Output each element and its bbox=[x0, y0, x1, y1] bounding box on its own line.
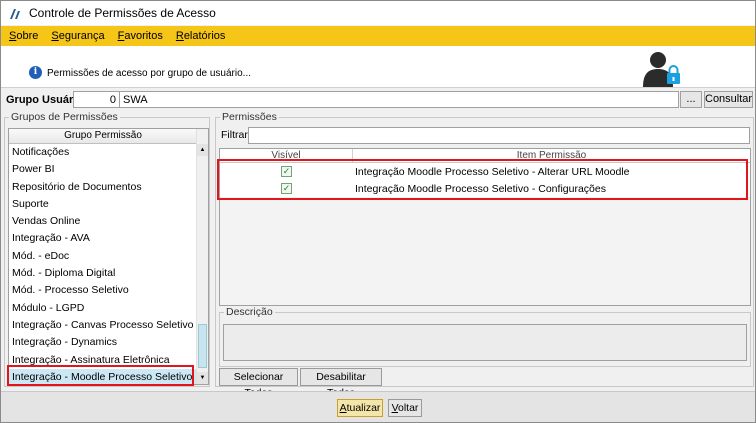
list-item[interactable]: Vendas Online bbox=[9, 213, 197, 230]
list-item[interactable]: Repositório de Documentos bbox=[9, 179, 197, 196]
scroll-down-icon[interactable]: ▼ bbox=[197, 372, 208, 384]
visible-checkbox[interactable]: ✓ bbox=[281, 183, 292, 194]
group-user-code-input[interactable]: 0 bbox=[73, 91, 120, 108]
visible-cell: ✓ bbox=[220, 163, 353, 180]
permissions-legend: Permissões bbox=[220, 111, 279, 123]
permission-item-cell: Integração Moodle Processo Seletivo - Co… bbox=[355, 182, 606, 195]
grid-header: Visível Item Permissão bbox=[220, 149, 750, 163]
permissions-grid: Visível Item Permissão ✓ Integração Mood… bbox=[219, 148, 751, 306]
visible-column-header[interactable]: Visível bbox=[220, 149, 353, 162]
list-item[interactable]: Suporte bbox=[9, 196, 197, 213]
list-item[interactable]: Mód. - eDoc bbox=[9, 248, 197, 265]
item-column-header[interactable]: Item Permissão bbox=[353, 149, 750, 162]
description-box bbox=[223, 324, 747, 361]
footer-bar: Atualizar Voltar bbox=[1, 391, 755, 422]
groups-legend: Grupos de Permissões bbox=[9, 111, 120, 123]
list-item[interactable]: Power BI bbox=[9, 161, 197, 178]
list-item[interactable]: Mód. - Processo Seletivo bbox=[9, 282, 197, 299]
permission-item-cell: Integração Moodle Processo Seletivo - Al… bbox=[355, 165, 630, 178]
list-item[interactable]: Módulo - LGPD bbox=[9, 300, 197, 317]
disable-all-button[interactable]: Desabilitar Todos bbox=[300, 368, 382, 399]
permissions-fieldset: Permissões Filtrar: Visível Item Permiss… bbox=[215, 111, 754, 399]
info-banner: i Permissões de acesso por grupo de usuá… bbox=[1, 46, 755, 88]
description-legend: Descrição bbox=[224, 306, 275, 318]
scroll-up-icon[interactable]: ▲ bbox=[197, 144, 208, 156]
groups-scrollbar[interactable]: ▲ ▼ bbox=[196, 129, 208, 384]
table-row[interactable]: ✓ Integração Moodle Processo Seletivo - … bbox=[220, 163, 750, 180]
browse-button[interactable]: ... bbox=[680, 91, 702, 108]
update-button[interactable]: Atualizar bbox=[337, 399, 383, 417]
app-logo-icon bbox=[9, 6, 23, 20]
select-all-button[interactable]: Selecionar Todos bbox=[219, 368, 298, 399]
list-item[interactable]: Mód. - Diploma Digital bbox=[9, 265, 197, 282]
groups-list-items: Notificações Power BI Repositório de Doc… bbox=[9, 144, 197, 384]
permissions-window: Controle de Permissões de Acesso Sobre S… bbox=[0, 0, 756, 423]
description-fieldset: Descrição bbox=[219, 306, 751, 367]
table-row[interactable]: ✓ Integração Moodle Processo Seletivo - … bbox=[220, 180, 750, 197]
list-item[interactable]: Integração - Canvas Processo Seletivo bbox=[9, 317, 197, 334]
visible-cell: ✓ bbox=[220, 180, 353, 197]
scroll-thumb[interactable] bbox=[198, 324, 207, 368]
groups-list: Grupo Permissão Notificações Power BI Re… bbox=[8, 128, 209, 385]
menu-sobre[interactable]: Sobre bbox=[9, 30, 38, 42]
window-title: Controle de Permissões de Acesso bbox=[29, 6, 216, 20]
list-item-selected[interactable]: Integração - Moodle Processo Seletivo bbox=[9, 368, 197, 384]
menu-relatorios[interactable]: Relatórios bbox=[176, 30, 226, 42]
menu-bar: Sobre Segurança Favoritos Relatórios bbox=[1, 26, 755, 46]
info-text: Permissões de acesso por grupo de usuári… bbox=[47, 68, 251, 79]
group-user-row: Grupo Usuário: 0 SWA ... Consultar bbox=[1, 91, 755, 109]
back-button[interactable]: Voltar bbox=[388, 399, 422, 417]
group-user-name-input[interactable]: SWA bbox=[119, 91, 679, 108]
consult-button[interactable]: Consultar bbox=[704, 91, 753, 108]
list-item[interactable]: Integração - Dynamics bbox=[9, 334, 197, 351]
menu-favoritos[interactable]: Favoritos bbox=[118, 30, 163, 42]
list-item[interactable]: Integração - AVA bbox=[9, 230, 197, 247]
filter-label: Filtrar: bbox=[221, 129, 251, 141]
user-lock-icon bbox=[641, 49, 685, 87]
list-item[interactable]: Integração - Assinatura Eletrônica bbox=[9, 352, 197, 369]
groups-fieldset: Grupos de Permissões Grupo Permissão Not… bbox=[4, 111, 210, 387]
menu-seguranca[interactable]: Segurança bbox=[51, 30, 104, 42]
info-icon: i bbox=[29, 66, 42, 79]
visible-checkbox[interactable]: ✓ bbox=[281, 166, 292, 177]
filter-input[interactable] bbox=[248, 127, 750, 144]
list-item[interactable]: Notificações bbox=[9, 144, 197, 161]
groups-column-header[interactable]: Grupo Permissão bbox=[9, 129, 197, 144]
title-bar: Controle de Permissões de Acesso bbox=[1, 1, 755, 25]
